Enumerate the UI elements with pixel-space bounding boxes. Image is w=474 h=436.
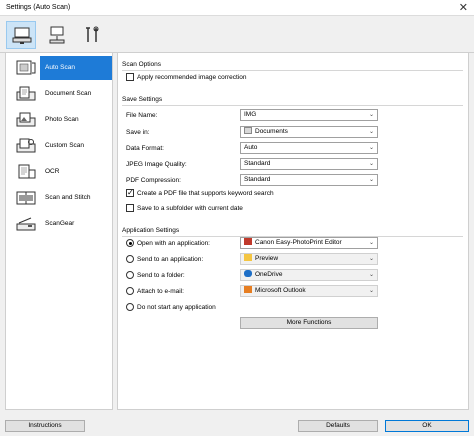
save-settings-title: Save Settings [122,96,163,103]
sidebar-item-label: OCR [45,168,60,175]
sidebar-item-custom-scan[interactable]: Custom Scan [6,134,112,158]
data-format-select[interactable]: Auto ⌄ [240,142,378,154]
sidebar-item-scan-and-stitch[interactable]: Scan and Stitch [6,186,112,210]
do-not-start-label: Do not start any application [137,304,216,311]
jpeg-quality-value: Standard [244,160,271,167]
sidebar-item-auto-scan[interactable]: Auto Scan [6,56,112,80]
scan-options-title: Scan Options [122,61,162,68]
apply-correction-checkbox[interactable] [126,73,134,81]
documents-folder-icon [244,127,252,134]
apply-correction-label: Apply recommended image correction [137,74,247,81]
file-name-label: File Name: [126,112,158,119]
send-to-app-label: Send to an application: [137,256,204,263]
create-pdf-keyword-label: Create a PDF file that supports keyword … [137,190,274,197]
tab-general-settings[interactable] [78,21,108,49]
do-not-start-radio[interactable] [126,303,134,311]
sidebar-item-scangear[interactable]: ScanGear [6,212,112,236]
open-with-app-radio[interactable] [126,239,134,247]
attach-email-select[interactable]: Microsoft Outlook ⌄ [240,285,378,297]
send-to-folder-select[interactable]: OneDrive ⌄ [240,269,378,281]
instructions-button[interactable]: Instructions [5,420,85,432]
more-functions-button[interactable]: More Functions [240,317,378,329]
defaults-button[interactable]: Defaults [298,420,378,432]
attach-email-value: Microsoft Outlook [255,287,306,294]
auto-scan-icon [16,60,36,75]
create-pdf-keyword-checkbox[interactable] [126,187,134,199]
document-scan-icon [16,86,36,101]
save-subfolder-label: Save to a subfolder with current date [137,205,243,212]
divider [122,105,463,106]
canon-app-icon [244,238,252,245]
save-in-value: Documents [255,128,288,135]
onedrive-cloud-icon [244,270,252,277]
file-name-value: IMG [244,111,257,118]
preview-app-icon [244,254,252,261]
sidebar-item-document-scan[interactable]: Document Scan [6,82,112,106]
sidebar-item-label: Scan and Stitch [45,194,91,201]
send-to-app-radio[interactable] [126,255,134,263]
jpeg-quality-select[interactable]: Standard ⌄ [240,158,378,170]
jpeg-quality-label: JPEG Image Quality: [126,161,187,168]
pdf-compression-label: PDF Compression: [126,177,181,184]
sidebar-item-label: ScanGear [45,220,75,227]
title-bar: Settings (Auto Scan) ✕ [0,0,474,16]
chevron-down-icon[interactable]: ⌄ [369,159,374,169]
data-format-label: Data Format: [126,145,164,152]
save-in-label: Save in: [126,129,150,136]
chevron-down-icon[interactable]: ⌄ [369,143,374,153]
scan-and-stitch-icon [16,191,36,205]
file-name-field[interactable]: IMG ⌄ [240,109,378,121]
open-with-app-label: Open with an application: [137,240,210,247]
send-to-folder-value: OneDrive [255,271,283,278]
ok-button[interactable]: OK [385,420,469,432]
chevron-down-icon[interactable]: ⌄ [369,127,374,137]
pdf-compression-select[interactable]: Standard ⌄ [240,174,378,186]
divider [122,70,463,71]
tab-scan-from-operation-panel[interactable] [42,21,72,49]
save-in-select[interactable]: Documents ⌄ [240,126,378,138]
photo-scan-icon [16,112,36,127]
scan-mode-sidebar: Auto Scan Document Scan Photo Scan Custo… [5,52,113,410]
sidebar-item-label: Photo Scan [45,116,79,123]
general-tools-icon [86,26,99,42]
send-to-app-value: Preview [255,255,279,262]
ocr-icon [18,164,36,179]
scangear-icon [16,217,36,231]
open-with-app-value: Canon Easy-PhotoPrint Editor [255,239,342,246]
attach-email-label: Attach to e-mail: [137,288,184,295]
attach-email-radio[interactable] [126,287,134,295]
outlook-icon [244,286,252,293]
chevron-down-icon[interactable]: ⌄ [369,270,374,280]
data-format-value: Auto [244,144,258,151]
close-icon[interactable]: ✕ [459,1,468,14]
send-to-folder-label: Send to a folder: [137,272,185,279]
window-title: Settings (Auto Scan) [6,4,71,11]
tab-scan-from-computer[interactable] [6,21,36,49]
application-settings-title: Application Settings [122,227,180,234]
pdf-compression-value: Standard [244,176,271,183]
sidebar-item-ocr[interactable]: OCR [6,160,112,184]
sidebar-item-label: Document Scan [45,90,92,97]
send-to-app-select[interactable]: Preview ⌄ [240,253,378,265]
chevron-down-icon[interactable]: ⌄ [369,254,374,264]
custom-scan-icon [16,138,36,153]
chevron-down-icon[interactable]: ⌄ [369,175,374,185]
open-with-app-select[interactable]: Canon Easy-PhotoPrint Editor ⌄ [240,237,378,249]
sidebar-item-label: Custom Scan [45,142,85,149]
sidebar-item-photo-scan[interactable]: Photo Scan [6,108,112,132]
scan-computer-icon [12,27,32,44]
settings-panel: Scan Options Apply recommended image cor… [117,52,469,410]
network-scan-icon [49,26,65,44]
chevron-down-icon[interactable]: ⌄ [369,286,374,296]
save-subfolder-checkbox[interactable] [126,204,134,212]
send-to-folder-radio[interactable] [126,271,134,279]
sidebar-item-label: Auto Scan [40,56,112,80]
chevron-down-icon[interactable]: ⌄ [369,238,374,248]
chevron-down-icon[interactable]: ⌄ [369,110,374,120]
toolbar [0,17,474,53]
